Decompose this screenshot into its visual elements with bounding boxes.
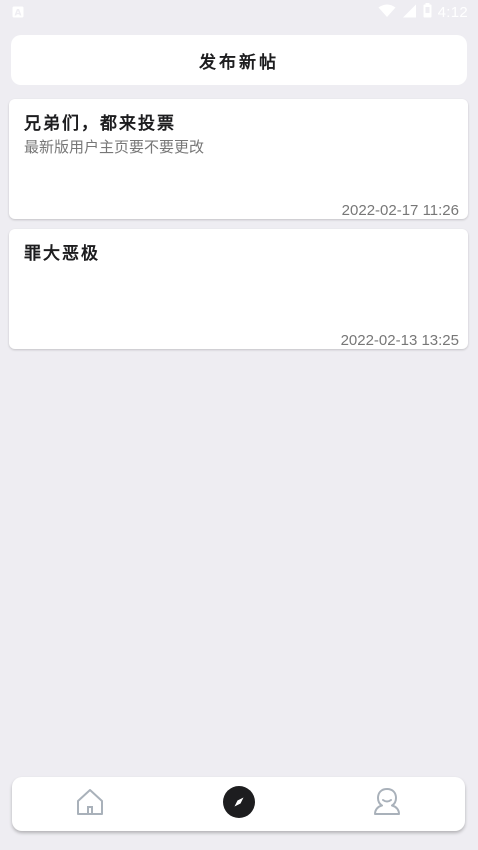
bottom-nav	[12, 777, 465, 831]
post-card[interactable]: 罪大恶极 2022-02-13 13:25	[9, 229, 468, 349]
post-timestamp: 2022-02-13 13:25	[340, 332, 459, 349]
nav-home[interactable]	[72, 786, 108, 822]
post-timestamp: 2022-02-17 11:26	[341, 202, 459, 219]
status-left: A	[12, 3, 24, 22]
post-card[interactable]: 兄弟们，都来投票 最新版用户主页要不要更改 2022-02-17 11:26	[9, 99, 468, 219]
wifi-icon	[378, 3, 396, 22]
post-title: 罪大恶极	[24, 244, 100, 264]
profile-icon	[372, 787, 402, 821]
nav-discover[interactable]	[221, 786, 257, 822]
home-icon	[75, 787, 105, 821]
post-title: 兄弟们，都来投票	[24, 114, 176, 134]
status-right: 4:12	[378, 2, 468, 22]
signal-icon	[402, 3, 417, 22]
notification-a-icon: A	[12, 3, 24, 22]
post-subtitle: 最新版用户主页要不要更改	[24, 138, 205, 156]
status-time: 4:12	[437, 3, 468, 21]
compass-icon	[222, 786, 255, 822]
svg-text:A: A	[15, 8, 22, 18]
publish-post-button[interactable]: 发布新帖	[11, 35, 467, 85]
battery-icon	[423, 2, 432, 22]
nav-profile[interactable]	[369, 786, 405, 822]
status-bar: A 4:12	[0, 0, 478, 24]
